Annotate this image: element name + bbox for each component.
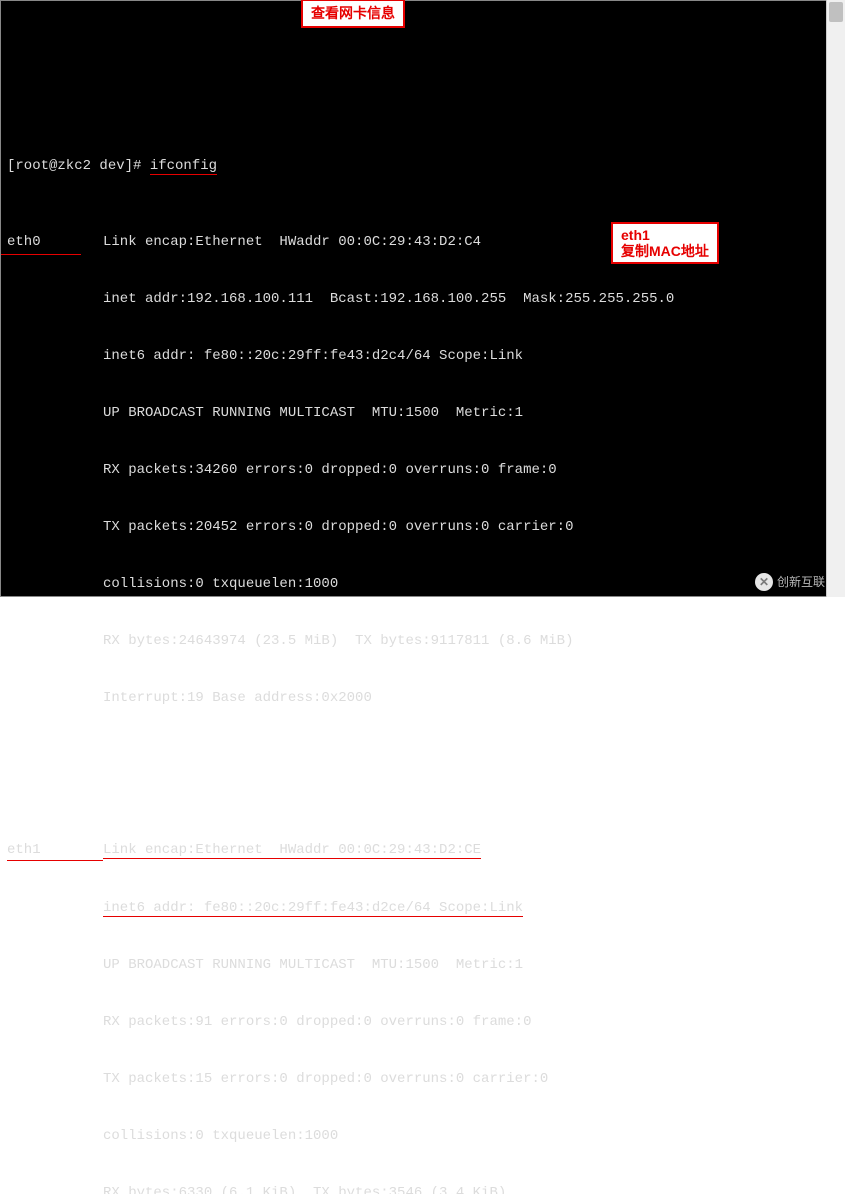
- eth1-pointer-line: [1, 254, 81, 255]
- command: ifconfig: [150, 158, 217, 175]
- output-text: collisions:0 txqueuelen:1000: [103, 576, 338, 592]
- eth1-line-3: UP BROADCAST RUNNING MULTICAST MTU:1500 …: [7, 956, 820, 975]
- eth0-line-3: inet6 addr: fe80::20c:29ff:fe43:d2c4/64 …: [7, 347, 820, 366]
- logo-icon: ✕: [755, 573, 773, 591]
- output-text: Link encap:Ethernet HWaddr 00:0C:29:43:D…: [103, 842, 481, 859]
- output-text: RX packets:34260 errors:0 dropped:0 over…: [103, 462, 557, 478]
- terminal-window[interactable]: 查看网卡信息 eth1 复制MAC地址 [root@zkc2 dev]# ifc…: [0, 0, 827, 597]
- watermark: ✕ 创新互联: [755, 573, 825, 591]
- output-text: collisions:0 txqueuelen:1000: [103, 1128, 338, 1144]
- watermark-text: 创新互联: [777, 575, 825, 589]
- output-text: UP BROADCAST RUNNING MULTICAST MTU:1500 …: [103, 405, 523, 421]
- annotation-right: eth1 复制MAC地址: [611, 222, 719, 264]
- output-text: inet6 addr: fe80::20c:29ff:fe43:d2ce/64 …: [103, 900, 523, 917]
- output-text: TX packets:15 errors:0 dropped:0 overrun…: [103, 1071, 548, 1087]
- eth0-line-2: inet addr:192.168.100.111 Bcast:192.168.…: [7, 290, 820, 309]
- iface-name: eth0: [7, 233, 103, 252]
- output-text: inet addr:192.168.100.111 Bcast:192.168.…: [103, 291, 674, 307]
- output-text: UP BROADCAST RUNNING MULTICAST MTU:1500 …: [103, 957, 523, 973]
- output-text: RX bytes:6330 (6.1 KiB) TX bytes:3546 (3…: [103, 1185, 506, 1194]
- output-text: inet6 addr: fe80::20c:29ff:fe43:d2c4/64 …: [103, 348, 523, 364]
- prompt: [root@zkc2 dev]#: [7, 158, 150, 174]
- eth0-line-6: TX packets:20452 errors:0 dropped:0 over…: [7, 518, 820, 537]
- eth0-line-7: collisions:0 txqueuelen:1000: [7, 575, 820, 594]
- eth0-line-8: RX bytes:24643974 (23.5 MiB) TX bytes:91…: [7, 632, 820, 651]
- eth0-line-4: UP BROADCAST RUNNING MULTICAST MTU:1500 …: [7, 404, 820, 423]
- output-text: Interrupt:19 Base address:0x2000: [103, 690, 372, 706]
- vertical-scrollbar[interactable]: [826, 0, 845, 597]
- eth1-line-4: RX packets:91 errors:0 dropped:0 overrun…: [7, 1013, 820, 1032]
- eth1-line-2: inet6 addr: fe80::20c:29ff:fe43:d2ce/64 …: [7, 899, 820, 918]
- eth1-line-7: RX bytes:6330 (6.1 KiB) TX bytes:3546 (3…: [7, 1184, 820, 1194]
- iface-name: eth1: [7, 841, 103, 861]
- output-text: Link encap:Ethernet HWaddr 00:0C:29:43:D…: [103, 234, 481, 250]
- eth0-line-5: RX packets:34260 errors:0 dropped:0 over…: [7, 461, 820, 480]
- annotation-top: 查看网卡信息: [301, 0, 405, 28]
- eth0-line-9: Interrupt:19 Base address:0x2000: [7, 689, 820, 708]
- eth1-line-1: eth1Link encap:Ethernet HWaddr 00:0C:29:…: [7, 841, 820, 861]
- eth1-line-6: collisions:0 txqueuelen:1000: [7, 1127, 820, 1146]
- eth1-line-5: TX packets:15 errors:0 dropped:0 overrun…: [7, 1070, 820, 1089]
- output-text: RX packets:91 errors:0 dropped:0 overrun…: [103, 1014, 531, 1030]
- output-text: RX bytes:24643974 (23.5 MiB) TX bytes:91…: [103, 633, 573, 649]
- output-text: TX packets:20452 errors:0 dropped:0 over…: [103, 519, 573, 535]
- scrollbar-thumb[interactable]: [829, 2, 843, 22]
- prompt-line-1: [root@zkc2 dev]# ifconfig: [7, 157, 820, 176]
